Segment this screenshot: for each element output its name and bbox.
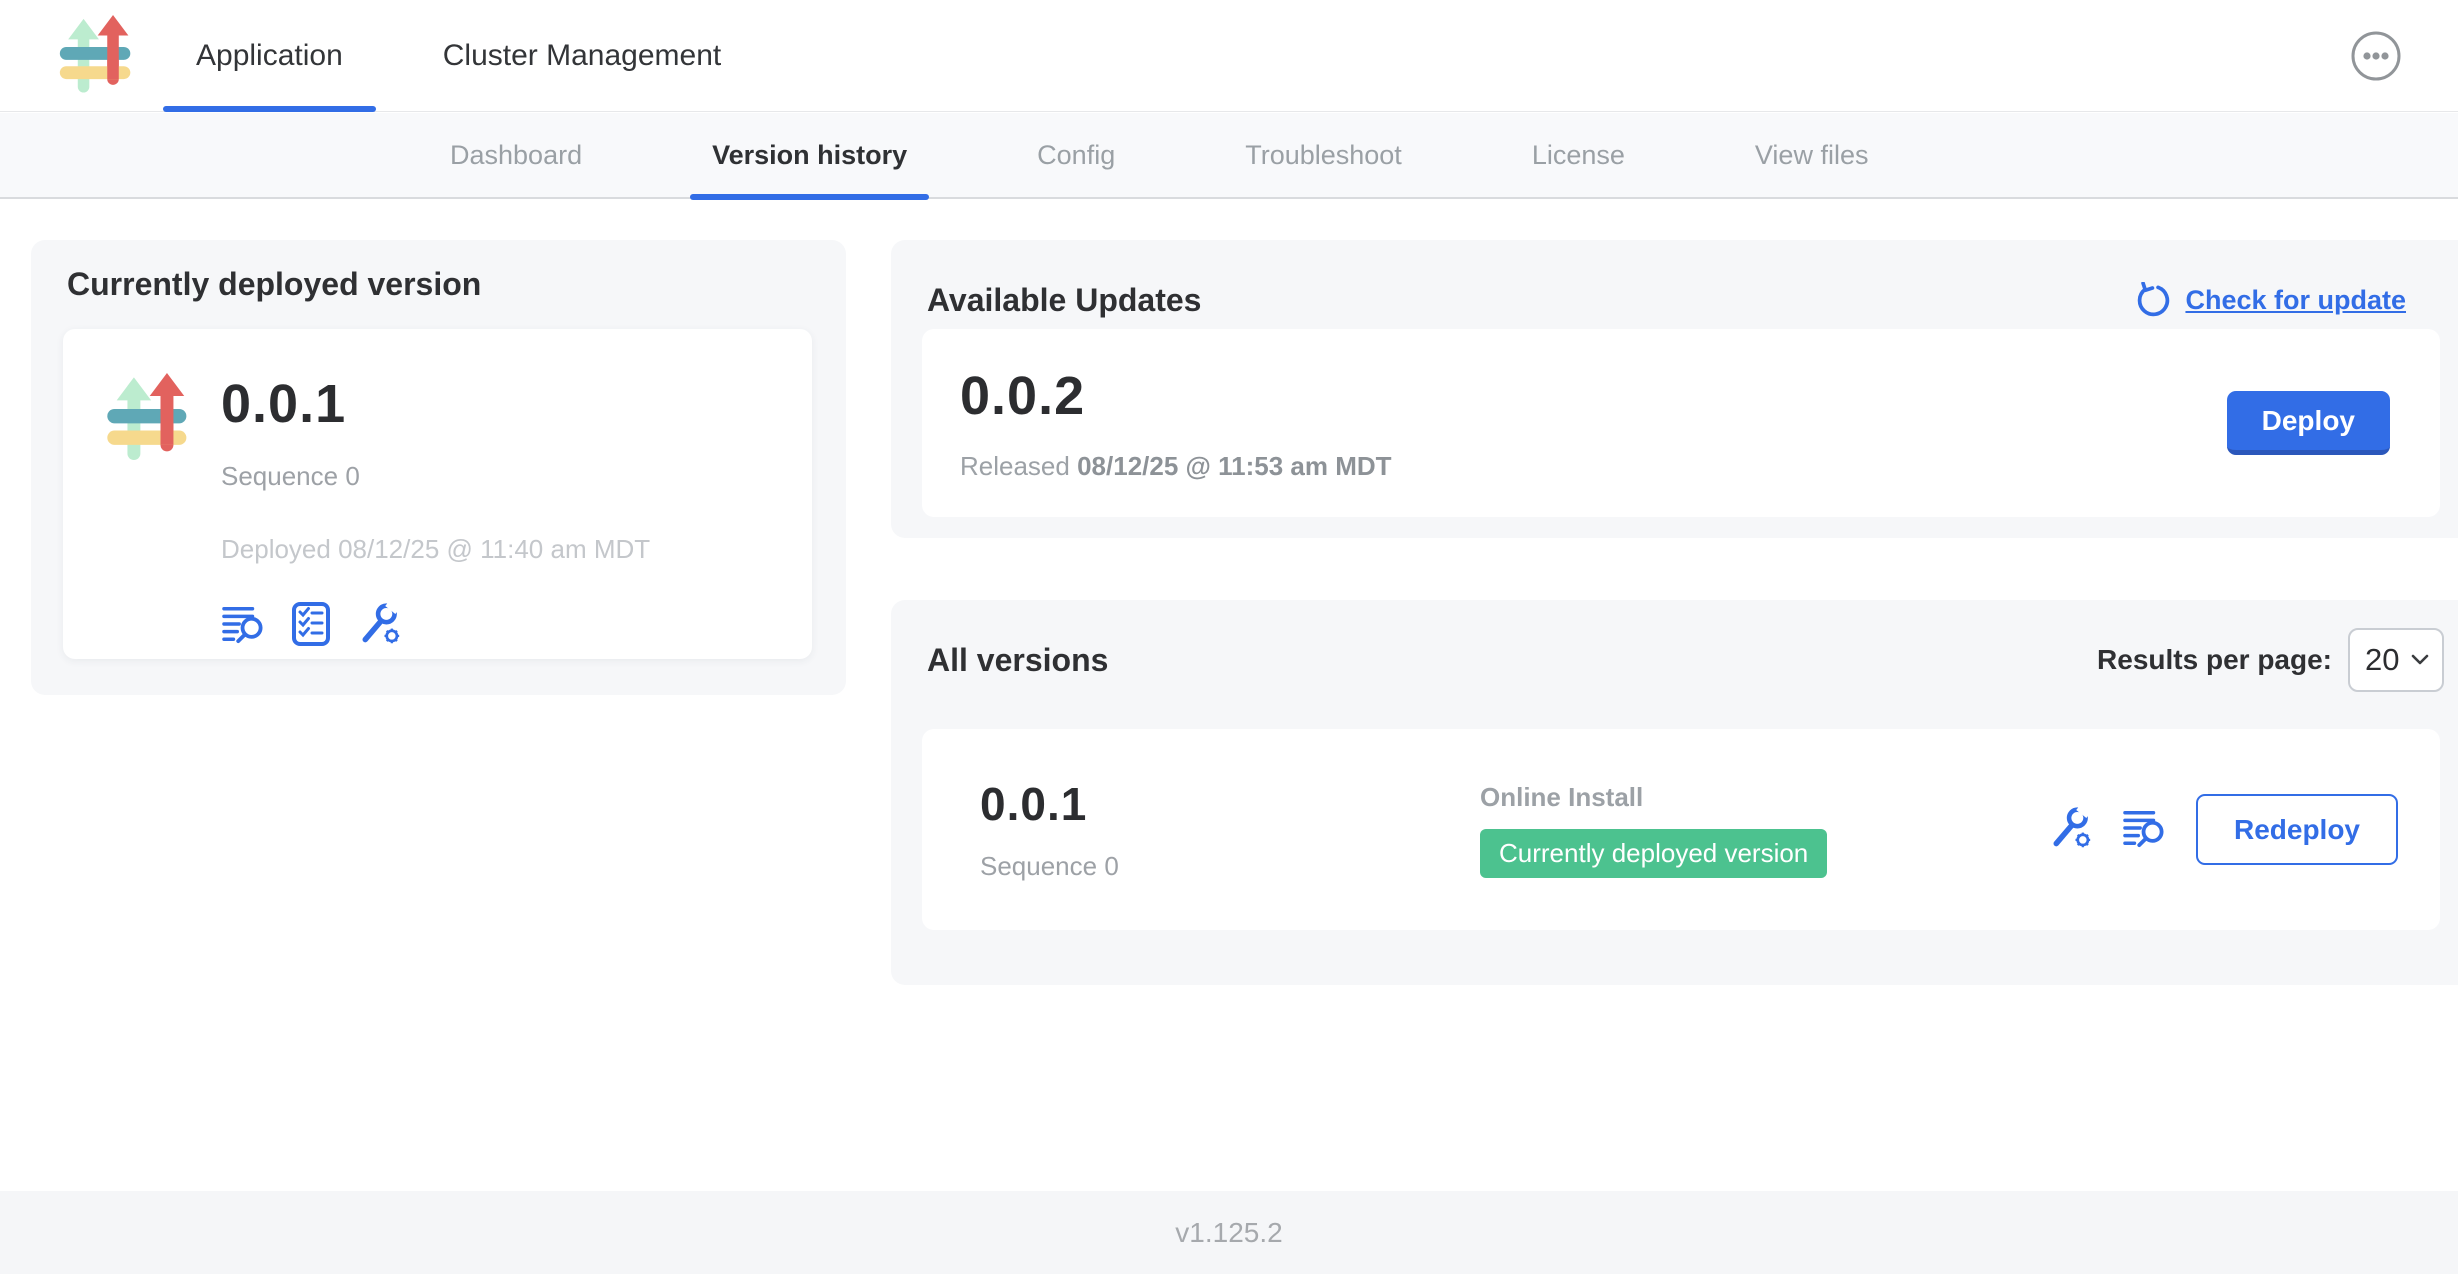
config-wrench-icon	[2048, 806, 2092, 853]
redeploy-button[interactable]: Redeploy	[2196, 794, 2398, 865]
subnav-troubleshoot[interactable]: Troubleshoot	[1245, 112, 1402, 198]
deployed-version-info: 0.0.1 Sequence 0 Deployed 08/12/25 @ 11:…	[221, 373, 650, 659]
update-info: 0.0.2 Released 08/12/25 @ 11:53 am MDT	[960, 365, 1392, 482]
check-for-update-link[interactable]: Check for update	[2134, 282, 2406, 319]
preflight-checks-icon	[291, 601, 331, 650]
all-versions-title: All versions	[927, 642, 1108, 679]
available-updates-panel: Available Updates Check for update 0.0.2…	[891, 240, 2458, 538]
top-tabs: Application Cluster Management	[163, 0, 754, 112]
available-update-card: 0.0.2 Released 08/12/25 @ 11:53 am MDT D…	[922, 329, 2440, 517]
currently-deployed-badge: Currently deployed version	[1480, 829, 1827, 878]
refresh-icon	[2134, 282, 2171, 319]
deployed-version-number: 0.0.1	[221, 373, 650, 435]
subnav-config[interactable]: Config	[1037, 112, 1115, 198]
app-logo-icon	[103, 373, 195, 465]
chevron-down-icon	[2411, 654, 2429, 666]
results-per-page-label: Results per page:	[2097, 644, 2332, 676]
row-version-number: 0.0.1	[980, 777, 1480, 831]
deploy-button[interactable]: Deploy	[2227, 391, 2390, 455]
currently-deployed-title: Currently deployed version	[67, 266, 481, 303]
row-view-logs-button[interactable]	[2122, 808, 2166, 851]
install-type-label: Online Install	[1480, 782, 1827, 813]
all-versions-panel: All versions Results per page: 20 0.0.1 …	[891, 600, 2458, 985]
view-logs-icon	[2122, 808, 2166, 851]
subnav-view-files[interactable]: View files	[1755, 112, 1869, 198]
update-released-timestamp: Released 08/12/25 @ 11:53 am MDT	[960, 451, 1392, 482]
overflow-menu-button[interactable]	[2350, 30, 2402, 82]
tab-cluster-management[interactable]: Cluster Management	[410, 0, 754, 112]
config-wrench-icon	[357, 602, 401, 649]
app-logo-icon	[56, 15, 138, 97]
console-version: v1.125.2	[1175, 1217, 1282, 1248]
view-logs-button[interactable]	[221, 604, 265, 647]
edit-config-button[interactable]	[357, 602, 401, 649]
subnav-license[interactable]: License	[1532, 112, 1625, 198]
row-edit-config-button[interactable]	[2048, 806, 2092, 853]
update-version-number: 0.0.2	[960, 365, 1392, 427]
subnav-dashboard[interactable]: Dashboard	[450, 112, 582, 198]
deployed-timestamp: Deployed 08/12/25 @ 11:40 am MDT	[221, 534, 650, 565]
results-per-page: Results per page: 20	[2097, 628, 2444, 692]
preflight-checks-button[interactable]	[291, 601, 331, 650]
results-per-page-select[interactable]: 20	[2348, 628, 2444, 692]
currently-deployed-card: 0.0.1 Sequence 0 Deployed 08/12/25 @ 11:…	[63, 329, 812, 659]
currently-deployed-panel: Currently deployed version 0.0.1 Sequenc…	[31, 240, 846, 695]
app-subnav: Dashboard Version history Config Trouble…	[0, 113, 2458, 199]
version-row-actions: Redeploy	[2048, 794, 2398, 865]
row-sequence: Sequence 0	[980, 851, 1480, 882]
top-header: Application Cluster Management	[0, 0, 2458, 112]
version-row: 0.0.1 Sequence 0 Online Install Currentl…	[922, 729, 2440, 930]
kots-admin-console: Application Cluster Management Dashboard…	[0, 0, 2458, 1274]
version-row-info: 0.0.1 Sequence 0	[980, 777, 1480, 882]
tab-application[interactable]: Application	[163, 0, 376, 112]
ellipsis-icon	[2350, 70, 2402, 85]
available-updates-title: Available Updates	[927, 282, 1201, 319]
version-row-status: Online Install Currently deployed versio…	[1480, 782, 1827, 878]
view-logs-icon	[221, 604, 265, 647]
deployed-version-actions	[221, 601, 650, 650]
subnav-version-history[interactable]: Version history	[712, 112, 907, 198]
console-footer: v1.125.2	[0, 1191, 2458, 1274]
deployed-sequence: Sequence 0	[221, 461, 650, 492]
